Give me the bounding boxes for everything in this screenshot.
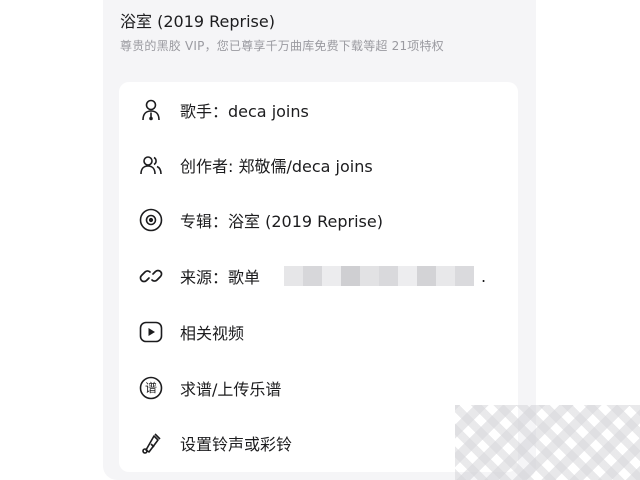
menu-item-related-videos[interactable]: 相关视频 xyxy=(119,304,518,360)
menu-item-label: 专辑：浴室 (2019 Reprise) xyxy=(180,212,383,231)
menu-item-composer[interactable]: 创作者: 郑敬儒/deca joins xyxy=(119,137,518,193)
sheet-music-glyph: 谱 xyxy=(144,381,157,395)
menu-item-label: 来源：歌单 xyxy=(180,268,261,287)
menu-item-label: 创作者: 郑敬儒/deca joins xyxy=(180,157,373,176)
menu-item-singer[interactable]: 歌手：deca joins xyxy=(119,82,518,138)
creators-icon xyxy=(138,152,164,178)
album-disc-icon xyxy=(138,207,164,233)
redacted-playlist-name xyxy=(284,266,474,286)
video-play-icon xyxy=(138,319,164,345)
menu-item-source[interactable]: 来源：歌单 . xyxy=(119,248,518,304)
menu-item-album[interactable]: 专辑：浴室 (2019 Reprise) xyxy=(119,192,518,248)
menu-item-label: 求谱/上传乐谱 xyxy=(180,380,282,399)
vip-privilege-notice[interactable]: 尊贵的黑胶 VIP，您已尊享千万曲库免费下载等超 21项特权 xyxy=(120,37,444,54)
menu-item-label: 设置铃声或彩铃 xyxy=(180,435,293,454)
link-icon xyxy=(138,263,164,289)
menu-item-label: 歌手：deca joins xyxy=(180,102,309,121)
song-title: 浴室 (2019 Reprise) xyxy=(120,12,275,31)
source-suffix: . xyxy=(481,266,487,286)
menu-item-label: 相关视频 xyxy=(180,324,245,343)
watermark-overlay xyxy=(455,405,640,480)
ringtone-icon xyxy=(138,430,164,456)
singer-icon xyxy=(138,97,164,123)
sheet-music-icon: 谱 xyxy=(138,375,164,401)
